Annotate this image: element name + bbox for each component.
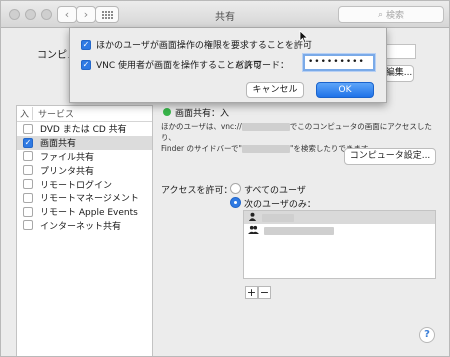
service-row-remote-login[interactable]: リモートログイン: [17, 177, 152, 191]
cancel-button[interactable]: キャンセル: [246, 82, 304, 98]
radio-only-these-users[interactable]: [230, 197, 241, 208]
service-row-screen-sharing[interactable]: ✓ 画面共有: [17, 135, 152, 150]
service-checkbox[interactable]: [23, 206, 33, 217]
header-service: サービス: [38, 110, 75, 120]
service-label: インターネット共有: [40, 221, 122, 232]
service-label: ファイル共有: [40, 152, 95, 163]
list-item[interactable]: [244, 224, 435, 237]
sharing-window: ‹ › 共有 ⌕ 検索 コンピュ 編集... 入 サービス DVD または CD…: [0, 0, 450, 357]
radio-all-users[interactable]: [230, 183, 241, 194]
redacted-user-name: [262, 213, 294, 222]
service-label: プリンタ共有: [40, 166, 95, 177]
list-item[interactable]: [244, 211, 435, 224]
service-list: 入 サービス DVD または CD 共有 ✓ 画面共有 ファイル共有 プリンタ共…: [16, 105, 153, 356]
allowed-users-list[interactable]: [243, 210, 436, 279]
status-indicator-icon: [163, 108, 171, 116]
redacted-computer-name: [241, 145, 290, 153]
remove-user-button[interactable]: −: [258, 286, 271, 299]
service-row-internet-sharing[interactable]: インターネット共有: [17, 219, 152, 233]
service-row-remote-management[interactable]: リモートマネージメント: [17, 191, 152, 205]
service-row-remote-apple-events[interactable]: リモート Apple Events: [17, 205, 152, 219]
checkmark-icon: ✓: [82, 39, 90, 49]
add-remove-controls: + −: [245, 286, 271, 299]
help-button[interactable]: ?: [419, 327, 435, 343]
computer-settings-sheet: ✓ ほかのユーザが画面操作の権限を要求することを許可 ✓ VNC 使用者が画面を…: [69, 28, 387, 103]
computer-name-field[interactable]: [384, 44, 416, 59]
service-status: 画面共有：入: [175, 109, 230, 119]
service-row-printer-sharing[interactable]: プリンタ共有: [17, 163, 152, 177]
edit-button[interactable]: 編集...: [384, 65, 414, 82]
service-checkbox[interactable]: [23, 165, 33, 176]
service-checkbox[interactable]: [23, 179, 33, 190]
search-field[interactable]: ⌕ 検索: [338, 6, 444, 23]
group-icon: [248, 225, 259, 237]
mouse-cursor-icon: [299, 30, 309, 44]
option-request-permission[interactable]: ✓ ほかのユーザが画面操作の権限を要求することを許可: [81, 38, 312, 51]
checkmark-icon: ✓: [82, 59, 90, 69]
password-field[interactable]: •••••••••: [303, 54, 375, 71]
service-row-file-sharing[interactable]: ファイル共有: [17, 150, 152, 164]
access-label: アクセスを許可：: [161, 186, 233, 196]
service-checkbox[interactable]: [23, 220, 33, 231]
description-text: Finder のサイドバーで": [161, 144, 242, 153]
service-label: リモートログイン: [40, 180, 113, 191]
redacted-group-name: [264, 226, 334, 235]
computer-settings-button[interactable]: コンピュータ設定...: [344, 148, 436, 165]
title-bar: ‹ › 共有 ⌕ 検索: [1, 1, 449, 28]
service-label: リモートマネージメント: [40, 194, 139, 205]
user-icon: [248, 212, 257, 224]
service-checkbox[interactable]: [23, 192, 33, 203]
search-icon: ⌕: [377, 9, 384, 20]
checkmark-icon: ✓: [24, 137, 32, 147]
password-label: パスワード：: [235, 61, 290, 71]
request-permission-label: ほかのユーザが画面操作の権限を要求することを許可: [96, 41, 312, 51]
radio-only-users-label: 次のユーザのみ：: [244, 200, 316, 210]
header-on: 入: [17, 107, 33, 120]
request-permission-checkbox[interactable]: ✓: [81, 39, 91, 50]
service-checkbox[interactable]: ✓: [23, 137, 33, 148]
ok-button[interactable]: OK: [316, 82, 374, 98]
description-text: ほかのユーザは、vnc://: [161, 122, 242, 131]
radio-all-users-label: すべてのユーザ: [244, 186, 306, 196]
service-list-header: 入 サービス: [17, 106, 152, 122]
vnc-control-checkbox[interactable]: ✓: [81, 59, 91, 70]
service-row-dvd[interactable]: DVD または CD 共有: [17, 122, 152, 136]
service-checkbox[interactable]: [23, 151, 33, 162]
search-placeholder: 検索: [386, 11, 405, 21]
service-checkbox[interactable]: [23, 123, 33, 134]
redacted-address: [241, 123, 290, 131]
service-label: リモート Apple Events: [40, 208, 138, 219]
add-user-button[interactable]: +: [245, 286, 258, 299]
service-label: 画面共有: [40, 139, 77, 150]
service-label: DVD または CD 共有: [40, 125, 127, 136]
